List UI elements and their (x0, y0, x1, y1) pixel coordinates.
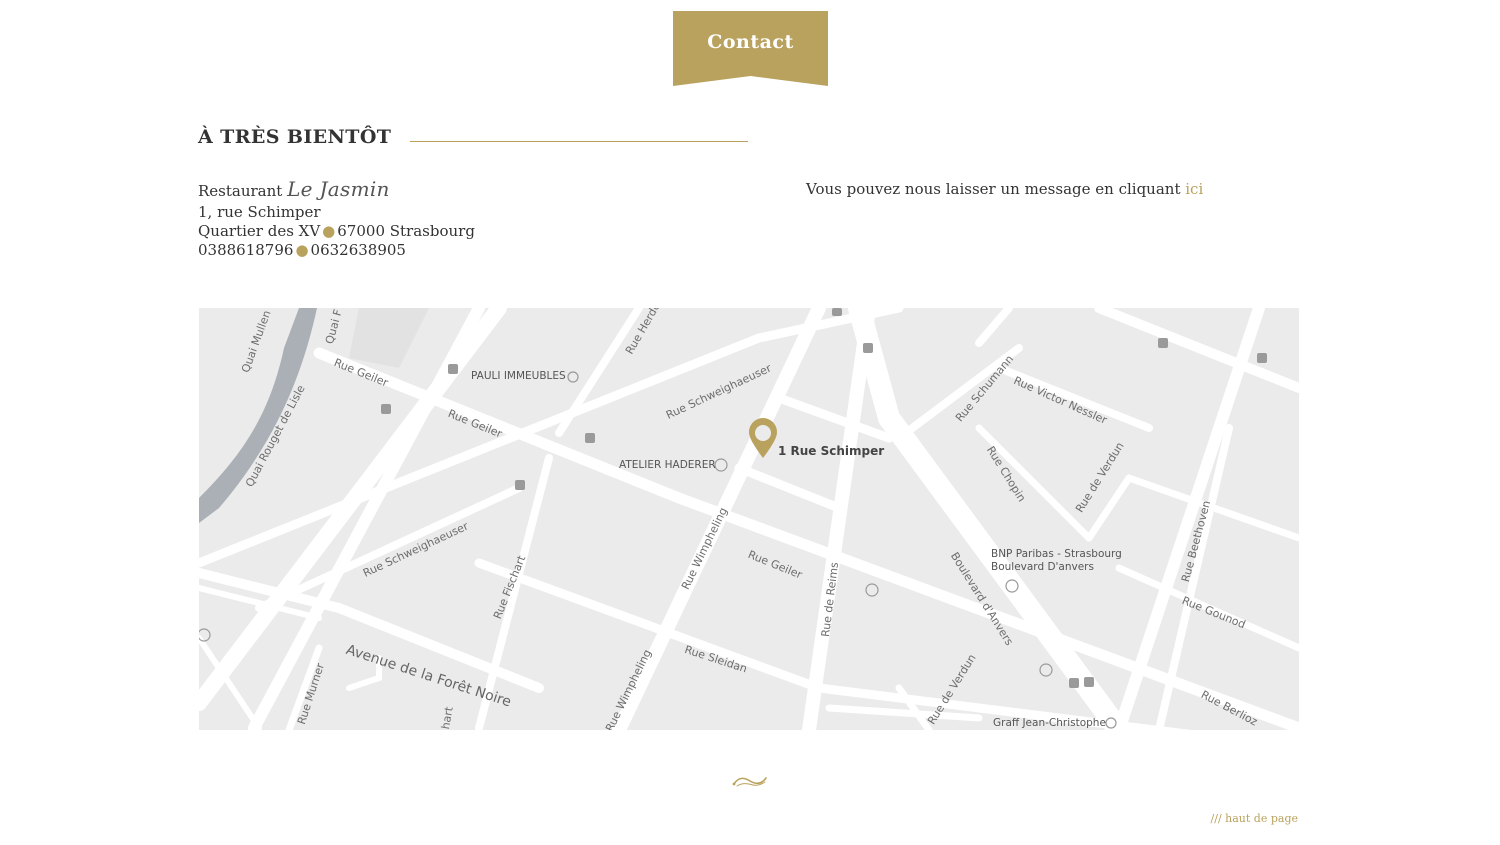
restaurant-prefix: Restaurant (198, 182, 283, 200)
contact-banner[interactable]: Contact (673, 11, 828, 86)
pin-label: 1 Rue Schimper (778, 444, 885, 458)
street-line: 1, rue Schimper (198, 203, 321, 221)
phone-2[interactable]: 0632638905 (311, 241, 406, 259)
poi-label: PAULI IMMEUBLES (471, 370, 566, 382)
phone-line: 0388618796 ● 0632638905 (198, 241, 475, 260)
contact-label: Contact (707, 31, 794, 53)
phone-1[interactable]: 0388618796 (198, 241, 293, 259)
restaurant-line: Restaurant Le Jasmin (198, 177, 475, 201)
separator-dot: ● (295, 241, 309, 259)
title-divider (410, 141, 748, 142)
back-to-top-link[interactable]: /// haut de page (1211, 812, 1298, 825)
message-prompt: Vous pouvez nous laisser un message en c… (806, 180, 1181, 198)
section-title: À TRÈS BIENTÔT (198, 126, 392, 148)
separator-dot: ● (322, 222, 336, 240)
message-text: Vous pouvez nous laisser un message en c… (806, 180, 1203, 198)
poi-label: Graff Jean-Christophe (993, 717, 1106, 729)
flourish-icon (732, 777, 767, 787)
restaurant-name: Le Jasmin (287, 177, 390, 201)
poi-label: Boulevard D'anvers (991, 561, 1094, 573)
message-link[interactable]: ici (1185, 180, 1203, 198)
poi-label: BNP Paribas - Strasbourg (991, 548, 1122, 560)
address-block: Restaurant Le Jasmin 1, rue Schimper Qua… (198, 177, 475, 260)
district-line: Quartier des XV ● 67000 Strasbourg (198, 222, 475, 241)
postcode-city: 67000 Strasbourg (337, 222, 475, 240)
district: Quartier des XV (198, 222, 321, 240)
map[interactable]: Quai Mullen Quai F Rue Geiler Rue Geiler… (199, 308, 1299, 730)
poi-label: ATELIER HADERER (619, 459, 716, 471)
park-area (349, 308, 429, 368)
